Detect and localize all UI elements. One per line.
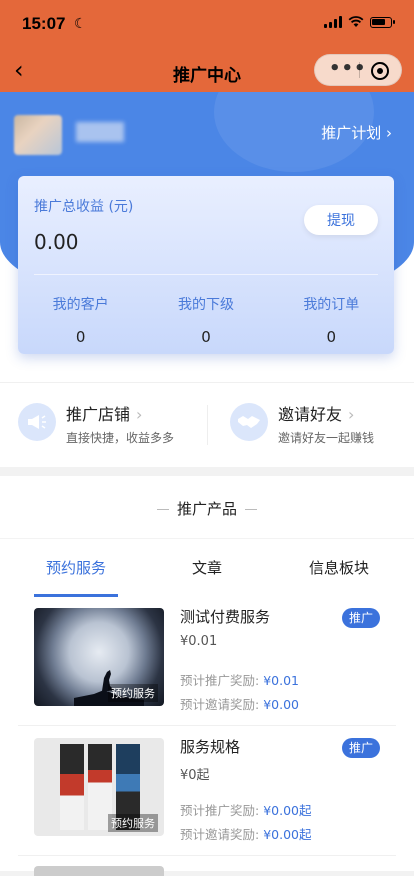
invite-friends-shortcut[interactable]: 邀请好友 › 邀请好友一起赚钱 [230, 401, 400, 451]
capsule-divider [359, 62, 360, 78]
shortcut-divider [207, 405, 208, 445]
invite-reward: 预计邀请奖励: ¥0.00起 [180, 827, 312, 842]
status-indicators [324, 16, 395, 28]
thumbnail-tag: 预约服务 [108, 684, 158, 702]
stat-value: 0 [75, 328, 86, 346]
earnings-card: 推广总收益 (元) 0.00 提现 我的客户 0 我的下级 0 我的订单 0 [18, 176, 394, 354]
moon-icon: ☾ [74, 16, 87, 32]
shortcut-row: 推广店铺 › 直接快捷，收益多多 邀请好友 › 邀请好友一起赚钱 [0, 382, 414, 467]
stat-label: 我的订单 [303, 297, 360, 313]
products-section: 推广产品 预约服务 文章 信息板块 预约服务 测试付费服务 ¥0.01 预计推广… [0, 476, 414, 876]
stat-subordinates[interactable]: 我的下级 0 [143, 294, 268, 346]
stat-customers[interactable]: 我的客户 0 [18, 294, 143, 346]
promotion-plan-link[interactable]: 推广计划 › [321, 122, 392, 143]
tab-info-board[interactable]: 信息板块 [309, 557, 369, 578]
avatar [14, 115, 62, 155]
product-item[interactable]: 预约服务 服务规格 ¥0起 预计推广奖励: ¥0.00起 预计邀请奖励: ¥0.… [0, 726, 414, 856]
product-thumbnail [34, 866, 164, 876]
mini-program-capsule: ••• [314, 54, 402, 86]
promotion-reward: 预计推广奖励: ¥0.00起 [180, 803, 312, 818]
shortcut-title: 推广店铺 [66, 405, 131, 424]
stat-orders[interactable]: 我的订单 0 [269, 294, 394, 346]
stat-value: 0 [326, 328, 337, 346]
shortcut-subtitle: 邀请好友一起赚钱 [278, 431, 375, 445]
stat-value: 0 [201, 328, 211, 346]
promote-shop-shortcut[interactable]: 推广店铺 › 直接快捷，收益多多 [18, 401, 198, 451]
product-thumbnail: 预约服务 [34, 738, 164, 836]
earnings-label: 推广总收益 (元) [34, 199, 134, 215]
stat-label: 我的下级 [177, 297, 234, 313]
more-icon[interactable]: ••• [329, 58, 367, 79]
tab-appointment[interactable]: 预约服务 [46, 557, 106, 578]
wifi-icon [348, 16, 364, 27]
stat-label: 我的客户 [52, 297, 109, 313]
product-name: 测试付费服务 [180, 608, 271, 626]
card-divider [34, 274, 378, 275]
products-title-text: 推广产品 [176, 500, 237, 518]
withdraw-button[interactable]: 提现 [304, 205, 378, 235]
product-name: 服务规格 [180, 738, 241, 756]
product-item-partial[interactable] [0, 856, 414, 876]
chevron-right-icon: › [386, 124, 392, 142]
product-price: ¥0起 [180, 768, 210, 783]
shortcut-subtitle: 直接快捷，收益多多 [66, 431, 175, 445]
product-tabs: 预约服务 文章 信息板块 [0, 538, 414, 597]
hero-section: 推广计划 › 推广总收益 (元) 0.00 提现 我的客户 0 我的下级 0 我… [0, 92, 414, 382]
close-target-icon[interactable] [371, 62, 389, 80]
thumbnail-tag: 预约服务 [108, 814, 158, 832]
battery-icon [370, 16, 395, 28]
invite-reward: 预计邀请奖励: ¥0.00 [180, 697, 299, 712]
promote-badge[interactable]: 推广 [342, 738, 380, 758]
signal-icon [324, 16, 342, 28]
products-title: 推广产品 [0, 498, 414, 519]
status-time: 15:07 [22, 14, 66, 33]
nav-bar: ‹ 推广中心 ••• [0, 50, 414, 92]
promotion-reward: 预计推广奖励: ¥0.01 [180, 673, 299, 688]
username-blurred [76, 122, 124, 142]
product-item[interactable]: 预约服务 测试付费服务 ¥0.01 预计推广奖励: ¥0.01 预计邀请奖励: … [0, 596, 414, 726]
product-thumbnail: 预约服务 [34, 608, 164, 706]
status-bar: 15:07 ☾ [0, 0, 414, 50]
product-price: ¥0.01 [180, 634, 218, 649]
megaphone-icon [18, 403, 56, 441]
chevron-right-icon: › [348, 405, 355, 424]
handshake-icon [230, 403, 268, 441]
chevron-right-icon: › [136, 405, 143, 424]
plan-link-label: 推广计划 [321, 124, 382, 142]
earnings-value: 0.00 [34, 230, 79, 254]
shortcut-title: 邀请好友 [278, 405, 343, 424]
tab-articles[interactable]: 文章 [192, 557, 222, 578]
stats-row: 我的客户 0 我的下级 0 我的订单 0 [18, 294, 394, 346]
promote-badge[interactable]: 推广 [342, 608, 380, 628]
